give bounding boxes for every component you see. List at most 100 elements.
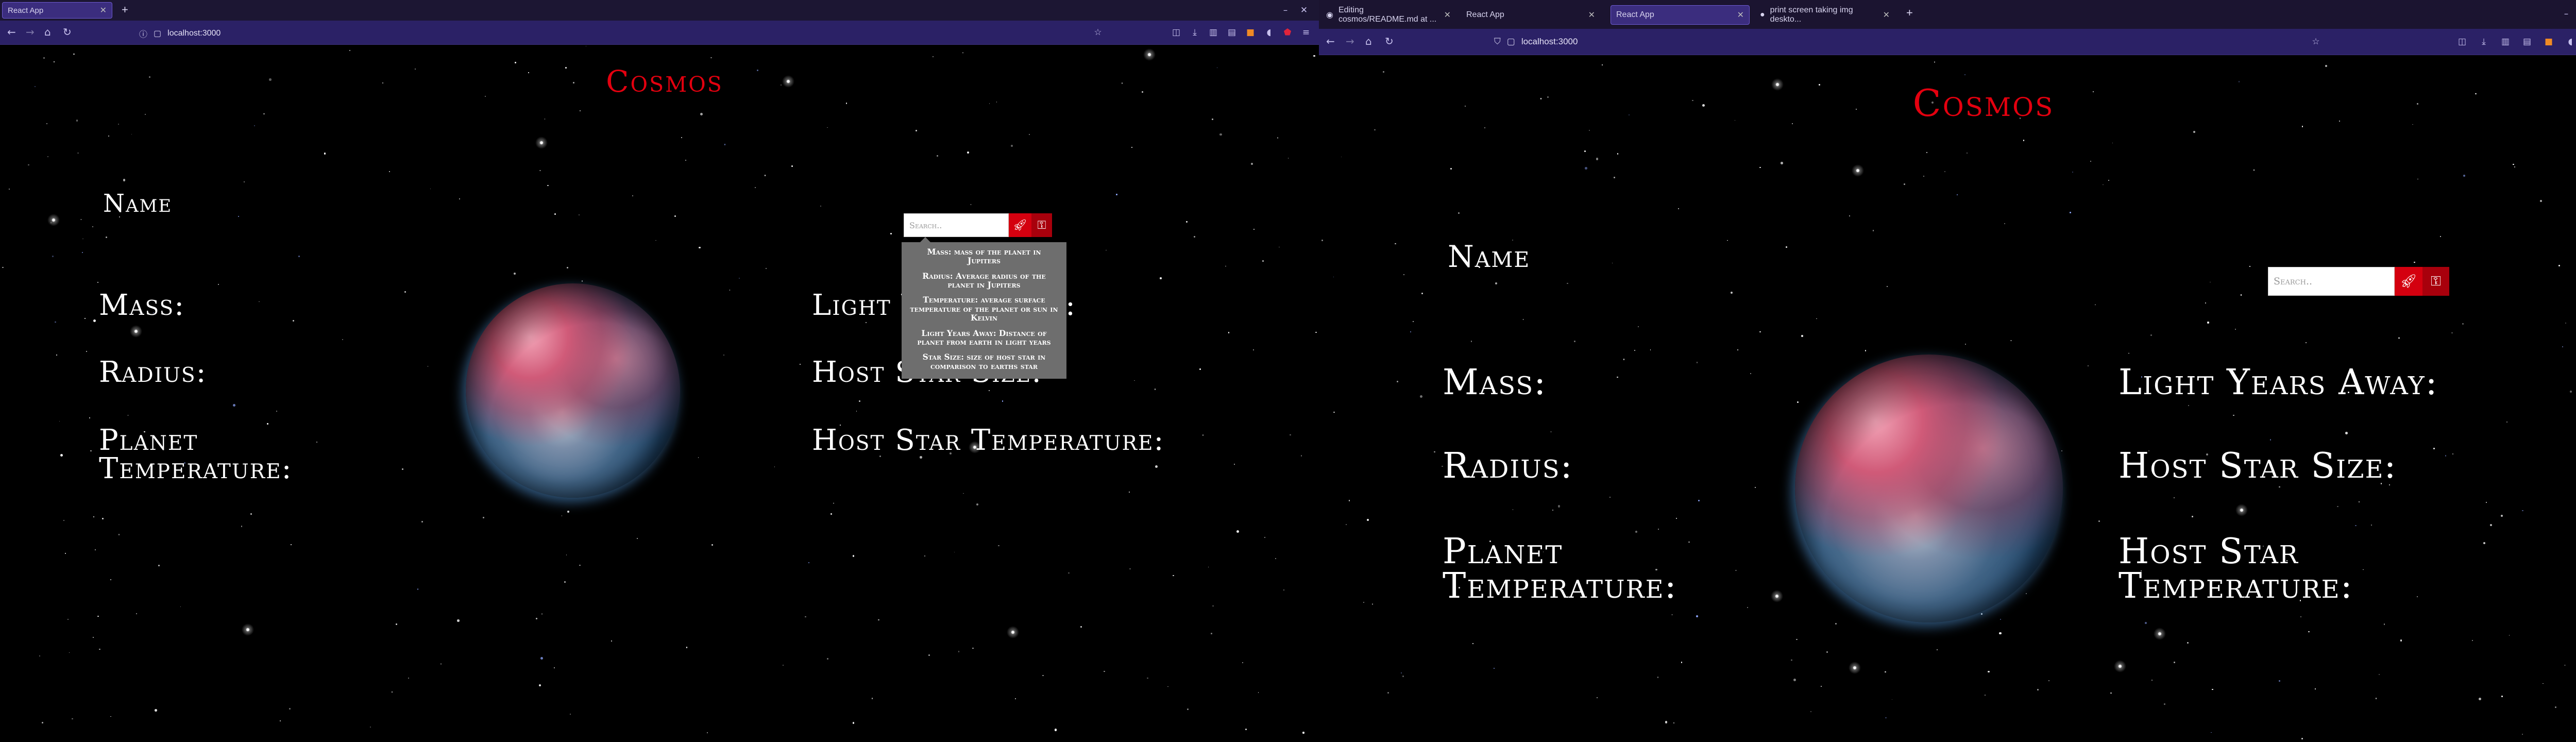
- star-dot: [998, 545, 1000, 547]
- star-dot: [774, 466, 775, 467]
- star-dot: [2048, 680, 2050, 682]
- star-dot: [1688, 541, 1690, 543]
- url-text: localhost:3000: [167, 29, 221, 38]
- star-dot: [2164, 703, 2165, 705]
- star-dot: [2483, 542, 2486, 544]
- search-bar: Search.. 🚀︎ ⚿: [2268, 267, 2449, 296]
- close-icon[interactable]: ✕: [1737, 10, 1744, 20]
- url-bar[interactable]: ⓘ ▢ localhost:3000: [139, 27, 221, 40]
- info-icon[interactable]: ⓘ: [139, 27, 147, 40]
- reload-icon[interactable]: ↻: [1385, 35, 1394, 47]
- close-icon[interactable]: ✕: [1588, 10, 1595, 20]
- star-dot: [1759, 166, 1761, 168]
- star-dot: [217, 284, 219, 285]
- sidebar-icon[interactable]: ▤: [2521, 36, 2533, 47]
- star-dot: [1573, 340, 1575, 342]
- star-dot: [28, 164, 29, 166]
- minimize-icon[interactable]: –: [2561, 8, 2572, 20]
- star-dot: [86, 351, 87, 352]
- star-dot: [976, 503, 978, 505]
- star-dot: [42, 721, 44, 723]
- search-input[interactable]: Search..: [2268, 267, 2395, 296]
- close-icon[interactable]: ✕: [1444, 10, 1451, 20]
- extension-icon[interactable]: ■: [2543, 36, 2554, 47]
- star-dot: [1129, 491, 1130, 493]
- sidebar-icon[interactable]: ▤: [1226, 27, 1238, 38]
- star-dot: [2370, 525, 2372, 526]
- back-arrow-icon[interactable]: ←: [1326, 35, 1335, 47]
- speaker-icon[interactable]: ◖: [2565, 36, 2576, 47]
- bright-star: [2149, 623, 2170, 644]
- star-dot: [2128, 352, 2130, 354]
- star-dot: [92, 226, 94, 228]
- library-icon[interactable]: ▥: [2500, 36, 2511, 47]
- star-dot: [1245, 728, 1247, 730]
- star-dot: [1623, 359, 1625, 360]
- star-dot: [2173, 661, 2175, 663]
- star-dot: [430, 188, 431, 190]
- star-dot: [724, 144, 726, 145]
- star-dot: [2212, 689, 2213, 690]
- tab-print-screen[interactable]: ● print screen taking img deskto... ✕: [1755, 5, 1895, 25]
- star-dot: [1211, 119, 1213, 120]
- star-dot: [2187, 642, 2189, 644]
- close-icon[interactable]: ✕: [1883, 10, 1890, 20]
- star-dot: [2249, 266, 2250, 267]
- rocket-icon[interactable]: 🚀︎: [2395, 267, 2422, 296]
- forward-arrow-icon[interactable]: →: [26, 26, 35, 38]
- key-icon[interactable]: ⚿: [2422, 267, 2449, 296]
- star-dot: [1835, 623, 1837, 625]
- search-input[interactable]: Search..: [904, 213, 1009, 237]
- new-tab-icon[interactable]: +: [122, 3, 128, 16]
- download-icon[interactable]: ⤓: [2478, 36, 2489, 47]
- library-icon[interactable]: ▥: [1208, 27, 1219, 38]
- back-arrow-icon[interactable]: ←: [7, 26, 16, 38]
- tab-react-app-2[interactable]: React App ✕: [1611, 5, 1750, 25]
- ublock-icon[interactable]: ⬟: [1282, 27, 1293, 38]
- tab-readme[interactable]: ◉ Editing cosmos/README.md at ... ✕: [1321, 5, 1456, 25]
- star-icon[interactable]: ☆: [1092, 27, 1104, 38]
- speaker-icon[interactable]: ◖: [1263, 27, 1275, 38]
- pocket-icon[interactable]: ◫: [2456, 36, 2468, 47]
- star-dot: [1302, 732, 1304, 734]
- star-dot: [2004, 223, 2005, 225]
- star-dot: [755, 187, 756, 188]
- star-dot: [1934, 61, 1936, 63]
- reload-icon[interactable]: ↻: [63, 26, 72, 38]
- close-window-icon[interactable]: ✕: [1298, 5, 1310, 16]
- home-icon[interactable]: ⌂: [1365, 35, 1372, 47]
- star-dot: [1494, 668, 1495, 669]
- pocket-icon[interactable]: ◫: [1171, 27, 1182, 38]
- tooltip-radius: Radius: Average radius of the planet in …: [922, 271, 1046, 290]
- key-icon[interactable]: ⚿: [1031, 213, 1052, 237]
- tab-react-app[interactable]: React App ✕: [2, 2, 112, 19]
- shield-icon[interactable]: ⛉: [1494, 37, 1501, 47]
- url-bar[interactable]: ⛉ ▢ localhost:3000: [1494, 37, 1578, 47]
- tab-react-app-1[interactable]: React App ✕: [1461, 5, 1600, 25]
- download-icon[interactable]: ⤓: [1189, 27, 1200, 38]
- bright-star: [43, 210, 64, 231]
- star-dot: [1984, 694, 1986, 696]
- star-dot: [1617, 153, 1619, 155]
- extension-icon[interactable]: ■: [1245, 27, 1256, 38]
- star-dot: [1313, 55, 1316, 57]
- star-dot: [276, 411, 277, 412]
- star-dot: [404, 291, 406, 293]
- star-dot: [1029, 133, 1030, 135]
- star-dot: [2151, 680, 2153, 681]
- star-dot: [1747, 606, 1749, 608]
- bright-star: [125, 321, 146, 342]
- star-dot: [567, 511, 569, 513]
- forward-arrow-icon[interactable]: →: [1346, 35, 1354, 47]
- minimize-icon[interactable]: –: [1280, 5, 1291, 16]
- home-icon[interactable]: ⌂: [44, 26, 51, 38]
- star-icon[interactable]: ☆: [2310, 36, 2321, 47]
- bright-star: [1139, 44, 1160, 65]
- menu-icon[interactable]: ≡: [1300, 27, 1312, 38]
- star-dot: [2279, 486, 2280, 488]
- star-dot: [1131, 147, 1132, 148]
- new-tab-icon[interactable]: +: [1906, 6, 1913, 20]
- star-dot: [1903, 183, 1905, 185]
- close-icon[interactable]: ✕: [100, 5, 107, 15]
- rocket-icon[interactable]: 🚀︎: [1009, 213, 1031, 237]
